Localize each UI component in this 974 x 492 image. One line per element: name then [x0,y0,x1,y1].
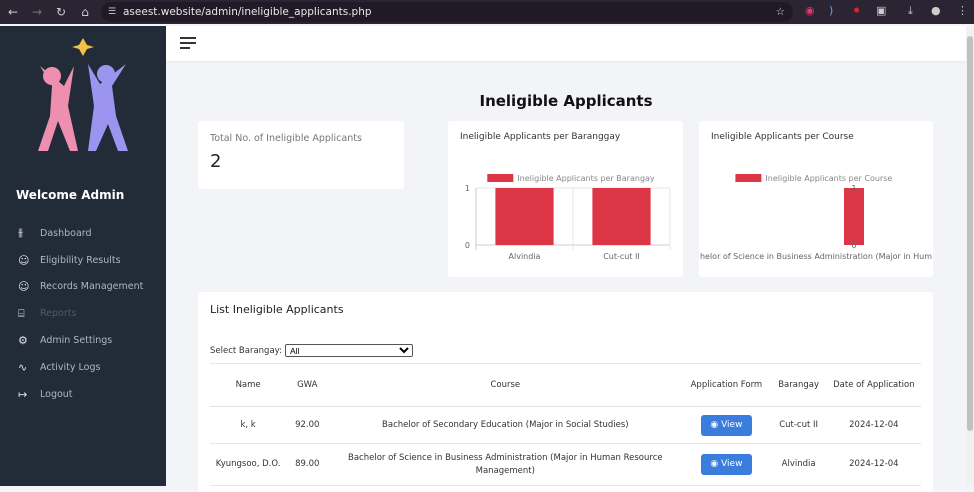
home-icon[interactable]: ⌂ [74,5,96,19]
course-cell: Bachelor of Secondary Education (Major i… [328,406,683,444]
application-form-cell: ◉ View [682,443,771,486]
y-tick-label: 1 [851,184,856,193]
page-title: Ineligible Applicants [479,92,653,110]
filter-label: Select Barangay: [210,345,282,356]
sidebar: Welcome Admin ⫵ Dashboard ☺ Eligibility Res… [0,26,166,486]
barangay-cell: Cut-cut II [770,406,827,444]
forward-icon[interactable]: → [26,5,48,19]
sidebar-item-dashboard[interactable]: ⫵ Dashboard [0,220,166,247]
extensions-icon[interactable]: ▣ [876,4,886,17]
sidebar-item-label: Admin Settings [40,335,113,347]
sidebar-item-label: Logout [40,388,73,400]
menu-icon[interactable]: ⋮ [957,4,968,17]
eye-icon: ◉ [710,459,722,469]
gwa-cell: 92.00 [286,406,329,444]
table-row: k, k 92.00 Bachelor of Secondary Educati… [210,406,921,444]
extension-icon[interactable]: ) [829,4,833,17]
gwa-cell: 89.00 [286,443,329,486]
applicants-table: Name GWA Course Application Form Barangay Dat… [210,363,921,486]
course-chart: Ineligible Applicants per Course helor of… [700,174,932,261]
total-label: Total No. of Ineligible Applicants [210,133,362,144]
sidebar-item-label: Activity Logs [40,361,101,373]
column-header: Barangay [770,363,827,407]
name-cell: k, k [210,406,287,444]
sidebar-item-records-management[interactable]: ☺ Records Management [0,274,166,301]
sidebar-item-reports[interactable]: ⌸ Reports [0,300,166,327]
course-chart-card: Ineligible Applicants per Course Ineligi… [699,121,933,277]
browser-toolbar: ← → ↻ ⌂ ☰ aseest.website/admin/ineligibl… [0,0,974,24]
sidebar-item-label: Reports [40,308,77,320]
table-row: Kyungsoo, D.O. 89.00 Bachelor of Science… [210,443,921,486]
y-tick-label: 1 [465,184,470,193]
sidebar-item-label: Eligibility Results [40,254,121,266]
sidebar-item-admin-settings[interactable]: ⚙ Admin Settings [0,327,166,354]
url-text: aseest.website/admin/ineligible_applican… [123,6,372,18]
date-cell: 2024-12-04 [826,406,921,444]
welcome-text: Welcome Admin [16,188,125,202]
sidebar-item-label: Dashboard [40,227,92,239]
sidebar-item-label: Records Management [40,281,144,293]
sliders-icon: ⫵ [18,226,24,240]
users-icon: ☺ [18,280,30,294]
reload-icon[interactable]: ↻ [50,5,72,19]
sidebar-item-eligibility-results[interactable]: ☺ Eligibility Results [0,247,166,274]
barangay-chart-card: Ineligible Applicants per Baranggay Inel… [448,121,683,277]
bar [495,188,554,245]
y-tick-label: 0 [851,241,856,250]
column-header: Name [210,363,287,407]
activity-icon: ∿ [18,360,28,374]
logo [38,38,128,151]
x-tick-label: Alvindia [509,252,541,261]
logout-icon: ↦ [18,387,28,401]
legend-swatch [487,174,514,182]
column-header: Application Form [682,363,771,407]
list-title: List Ineligible Applicants [210,303,344,316]
barangay-chart: Ineligible Applicants per Barangay Alvind… [465,174,671,261]
legend-swatch [735,174,762,182]
application-form-cell: ◉ View [682,406,771,444]
barangay-select[interactable]: All [284,344,413,357]
gear-icon: ⚙ [18,334,28,348]
site-settings-icon[interactable]: ☰ [101,7,123,17]
sidebar-item-logout[interactable]: ↦ Logout [0,381,166,408]
hamburger-menu-icon[interactable] [180,37,196,52]
users-icon: ☺ [18,253,30,267]
total-card: Total No. of Ineligible Applicants 2 [198,121,404,189]
course-cell: Bachelor of Science in Business Administ… [328,443,683,486]
column-header: Date of Application [826,363,921,407]
column-header: Course [328,363,683,407]
sidebar-item-activity-logs[interactable]: ∿ Activity Logs [0,354,166,381]
sidebar-nav: ⫵ Dashboard ☺ Eligibility Results ☺ Records M… [0,220,166,408]
bar [844,188,864,245]
view-button[interactable]: ◉ View [700,414,752,436]
download-icon[interactable]: ⤓ [908,4,913,18]
column-header: GWA [286,363,329,407]
date-cell: 2024-12-04 [826,443,921,486]
view-button[interactable]: ◉ View [700,454,752,475]
scrollbar[interactable] [966,26,974,486]
x-tick-label: Cut-cut II [603,252,640,261]
applicants-list-card: List Ineligible Applicants Select Barang… [198,292,933,492]
avatar[interactable]: ● [931,4,941,17]
bar [592,188,651,245]
legend-label: Ineligible Applicants per Barangay [517,174,655,183]
star-icon[interactable]: ☆ [776,6,785,18]
extension-icon[interactable]: ◉ [805,4,815,17]
ublock-icon[interactable]: ⚫ [852,4,861,17]
back-icon[interactable]: ← [2,5,24,19]
legend-label: Ineligible Applicants per Course [765,174,892,183]
eye-icon: ◉ [710,419,722,430]
barangay-cell: Alvindia [770,443,827,486]
y-tick-label: 0 [465,241,470,250]
total-value: 2 [210,151,222,172]
file-text-icon: ⌸ [18,306,25,320]
name-cell: Kyungsoo, D.O. [210,443,287,486]
x-tick-label: helor of Science in Business Administrat… [700,252,932,261]
topbar [166,26,966,61]
address-bar[interactable]: ☰ aseest.website/admin/ineligible_applic… [101,2,793,22]
